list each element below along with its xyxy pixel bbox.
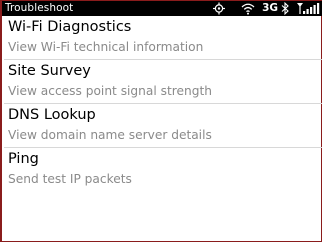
window-frame: Troubleshoot 3G Wi-Fi Diagnostics View W…	[0, 0, 322, 242]
status-bar: Troubleshoot 3G	[2, 1, 322, 16]
network-type-label: 3G	[262, 2, 278, 14]
menu-item-subtitle: View domain name server details	[8, 128, 212, 142]
cell-signal-icon	[296, 1, 320, 16]
menu-item-dns-lookup[interactable]: DNS Lookup View domain name server detai…	[4, 104, 322, 148]
gps-icon	[212, 1, 226, 16]
menu-item-title: Ping	[8, 151, 39, 167]
menu-item-wifi-diagnostics[interactable]: Wi-Fi Diagnostics View Wi-Fi technical i…	[4, 16, 322, 60]
wifi-signal-icon	[240, 1, 256, 16]
status-icons: 3G	[212, 1, 320, 16]
menu-item-subtitle: Send test IP packets	[8, 172, 132, 186]
screen-title: Troubleshoot	[5, 2, 74, 14]
bluetooth-icon	[280, 1, 290, 16]
menu-item-site-survey[interactable]: Site Survey View access point signal str…	[4, 60, 322, 104]
menu-item-title: Site Survey	[8, 63, 91, 79]
menu-item-title: Wi-Fi Diagnostics	[8, 19, 132, 35]
menu-item-subtitle: View access point signal strength	[8, 84, 212, 98]
menu-item-title: DNS Lookup	[8, 107, 96, 123]
menu-item-ping[interactable]: Ping Send test IP packets	[4, 148, 322, 192]
menu-item-subtitle: View Wi-Fi technical information	[8, 40, 204, 54]
troubleshoot-menu: Wi-Fi Diagnostics View Wi-Fi technical i…	[4, 16, 322, 192]
